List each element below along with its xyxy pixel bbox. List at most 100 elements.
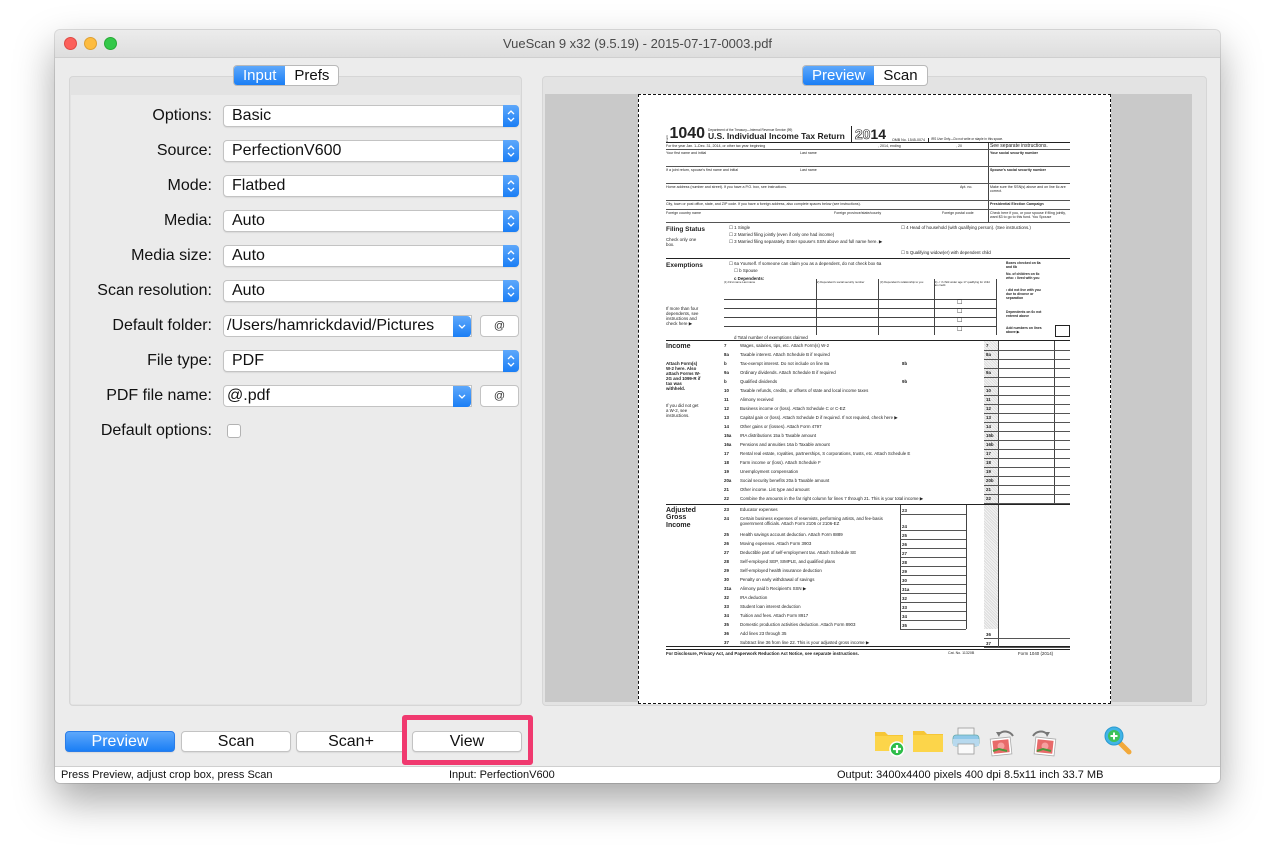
filing-status-option: ☐ 2 Married filing jointly (even if only… xyxy=(729,232,835,237)
tab-input[interactable]: Input xyxy=(234,66,286,85)
filing-status-option: ☐ 1 Single xyxy=(729,225,751,230)
window-title: VueScan 9 x32 (9.5.19) - 2015-07-17-0003… xyxy=(502,36,773,51)
form-footer-notice: For Disclosure, Privacy Act, and Paperwo… xyxy=(666,651,859,656)
exemptions-right-note: Add numbers on lines above ▶ xyxy=(1006,326,1042,334)
form-footer-form: Form 1040 (2014) xyxy=(1018,651,1054,656)
default-folder-row: Default folder: /Users/hamrickdavid/Pict… xyxy=(71,315,524,337)
folder-icon[interactable] xyxy=(911,724,945,758)
income-box-label: 15b xyxy=(986,433,994,438)
options-label: Options: xyxy=(152,107,212,124)
mode-select[interactable]: Flatbed xyxy=(223,175,519,197)
income-line-number: 7 xyxy=(724,343,727,348)
income-line-text: Qualified dividends xyxy=(740,379,778,384)
income-line-text: Social security benefits 20a b Taxable a… xyxy=(740,478,830,483)
file-type-row: File type: PDF xyxy=(71,350,524,372)
media-size-value: Auto xyxy=(232,247,265,264)
form-header-row: Home address (number and street). If you… xyxy=(666,184,1070,201)
media-size-select[interactable]: Auto xyxy=(223,245,519,267)
income-line-text: Farm income or (loss). Attach Schedule F xyxy=(740,460,821,465)
pdf-file-name-dropdown-button[interactable] xyxy=(453,386,471,407)
zoom-in-icon[interactable] xyxy=(1101,724,1135,758)
default-folder-input[interactable]: /Users/hamrickdavid/Pictures xyxy=(223,315,472,337)
form-field-label: , 20 xyxy=(956,143,962,148)
media-select[interactable]: Auto xyxy=(223,210,519,232)
source-select[interactable]: PerfectionV600 xyxy=(223,140,519,162)
form-field-label: For the year Jan. 1–Dec. 31, 2014, or ot… xyxy=(666,143,766,148)
agi-row-line xyxy=(900,539,966,540)
agi-line-number: 30 xyxy=(724,577,729,582)
tab-scan[interactable]: Scan xyxy=(874,66,926,85)
agi-line-number: 37 xyxy=(724,640,729,645)
tab-prefs[interactable]: Prefs xyxy=(285,66,338,85)
agi-line-number: 36 xyxy=(724,631,729,636)
dependents-column-header: (1) First name Last name xyxy=(724,280,756,284)
crop-box[interactable]: Form 1040 Department of the Treasury—Int… xyxy=(638,94,1111,704)
options-select[interactable]: Basic xyxy=(223,105,519,127)
agi-line-number: 26 xyxy=(724,541,729,546)
mode-label: Mode: xyxy=(167,177,212,194)
agi-line-text: Add lines 23 through 35 xyxy=(740,631,787,636)
agi-box-label: 24 xyxy=(902,524,907,529)
dependents-col-divider xyxy=(816,279,817,335)
income-box-label: 10 xyxy=(986,388,991,393)
income-line-text: Rental real estate, royalties, partnersh… xyxy=(740,451,911,456)
exemptions-right-note: Boxes checked on 6a and 6b xyxy=(1006,261,1041,269)
default-folder-at-button[interactable]: @ xyxy=(480,315,519,337)
media-row: Media: Auto xyxy=(71,210,524,232)
default-folder-value: /Users/hamrickdavid/Pictures xyxy=(227,317,435,334)
income-line-number: 18 xyxy=(724,460,729,465)
options-stepper-icon xyxy=(503,105,519,127)
scan-plus-button[interactable]: Scan+ xyxy=(296,731,406,752)
income-line-text: IRA distributions 15a b Taxable amount xyxy=(740,433,817,438)
income-box-label: 9a xyxy=(986,370,991,375)
income-row-line xyxy=(984,440,1070,441)
status-input: Input: PerfectionV600 xyxy=(449,769,555,781)
income-box-label: 14 xyxy=(986,424,991,429)
form-divider xyxy=(988,184,989,200)
scan-button[interactable]: Scan xyxy=(181,731,291,752)
preview-button[interactable]: Preview xyxy=(65,731,175,752)
agi-line-number: 32 xyxy=(724,595,729,600)
agi-row-line xyxy=(900,602,966,603)
dependent-checkbox: ☐ xyxy=(957,309,963,315)
agi-box-label: 27 xyxy=(902,551,907,556)
income-box-label: 17 xyxy=(986,451,991,456)
agi-box-label: 35 xyxy=(902,623,907,628)
dependents-col-divider xyxy=(934,279,935,335)
options-row: Options: Basic xyxy=(71,105,524,127)
dependents-col-divider xyxy=(878,279,879,335)
tab-preview[interactable]: Preview xyxy=(803,66,875,85)
income-side-note: Attach Form(s) W-2 here. Also attach For… xyxy=(666,361,701,392)
file-type-select[interactable]: PDF xyxy=(223,350,519,372)
income-line-text: Taxable interest. Attach Schedule B if r… xyxy=(740,352,830,357)
dependents-row-line xyxy=(724,326,996,327)
income-box-label: 9b xyxy=(902,379,908,384)
income-line-number: 12 xyxy=(724,406,729,411)
default-options-label: Default options: xyxy=(100,422,212,439)
rotate-left-icon[interactable] xyxy=(987,724,1021,758)
income-box-label: 13 xyxy=(986,415,991,420)
new-folder-icon[interactable] xyxy=(873,724,907,758)
scan-resolution-row: Scan resolution: Auto xyxy=(71,280,524,302)
form-footer: For Disclosure, Privacy Act, and Paperwo… xyxy=(666,649,1070,657)
form-header-row: City, town or post office, state, and ZI… xyxy=(666,201,1070,210)
default-folder-dropdown-button[interactable] xyxy=(453,316,471,337)
form-sections: Filing Status Check only one box. ☐ 1 Sing… xyxy=(666,223,1070,649)
filing-status-option: ☐ 5 Qualifying widow(er) with dependent … xyxy=(901,250,991,255)
printer-icon[interactable] xyxy=(949,724,983,758)
form-year-suffix: 14 xyxy=(870,126,886,142)
income-line-text: Pensions and annuities 16a b Taxable amo… xyxy=(740,442,830,447)
rotate-right-icon[interactable] xyxy=(1025,724,1059,758)
source-value: PerfectionV600 xyxy=(232,142,342,159)
scan-resolution-select[interactable]: Auto xyxy=(223,280,519,302)
agi-row-line xyxy=(900,566,966,567)
exemptions-right-note: Dependents on 6c not entered above xyxy=(1006,310,1042,318)
income-line-number: 9a xyxy=(724,370,729,375)
pdf-file-name-at-button[interactable]: @ xyxy=(480,385,519,407)
default-options-checkbox[interactable] xyxy=(227,424,241,438)
income-line-number: 15a xyxy=(724,433,732,438)
pdf-file-name-input[interactable]: @.pdf xyxy=(223,385,472,407)
agi-box-label: 33 xyxy=(902,605,907,610)
income-line-text: Business income or (loss). Attach Schedu… xyxy=(740,406,846,411)
form-number: 1040 xyxy=(669,125,706,142)
